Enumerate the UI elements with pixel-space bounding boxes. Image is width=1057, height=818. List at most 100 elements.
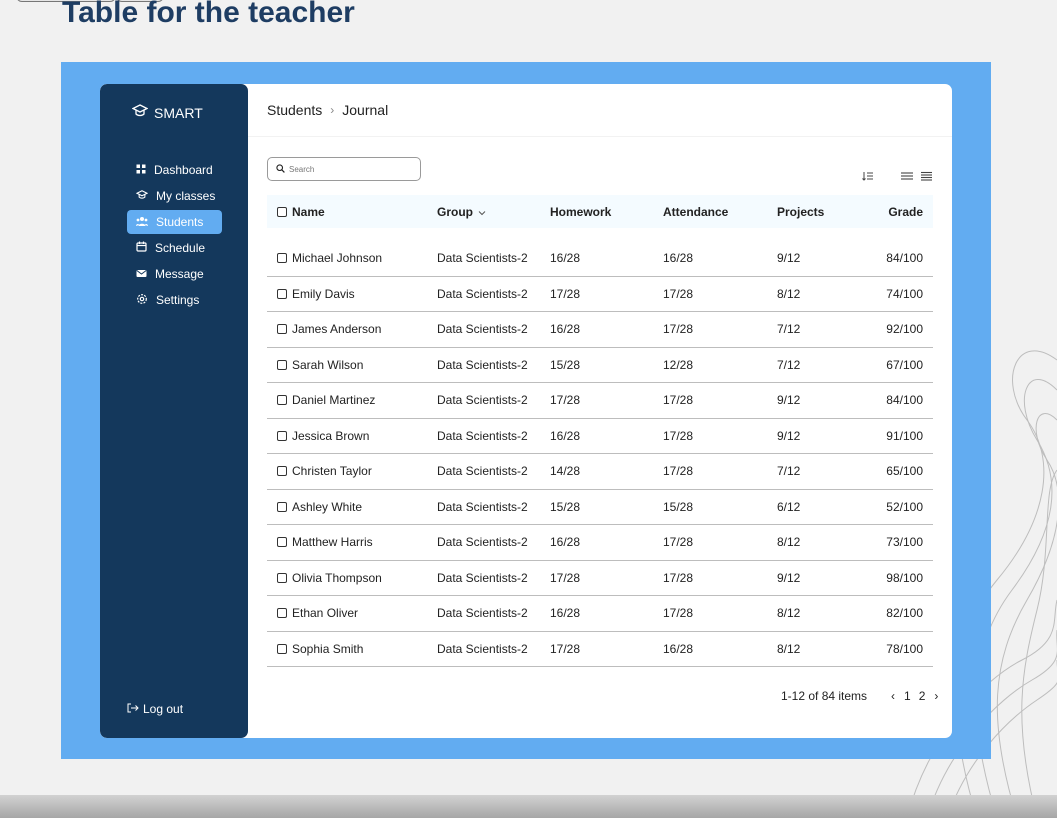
student-projects: 9/12 xyxy=(777,393,801,408)
column-header-grade[interactable]: Grade xyxy=(877,205,933,219)
brand-logo[interactable]: SMART xyxy=(131,104,203,121)
row-checkbox[interactable] xyxy=(277,537,287,548)
table-row[interactable]: James Anderson Data Scientists-2 16/28 17/2… xyxy=(267,312,933,348)
table-row[interactable]: Olivia Thompson Data Scientists-2 17/28 17/… xyxy=(267,561,933,596)
sidebar-item-settings[interactable]: Settings xyxy=(127,288,222,312)
sidebar-nav: Dashboard My classes Students Schedule M… xyxy=(127,158,222,314)
student-name: Matthew Harris xyxy=(292,535,373,550)
table-row[interactable]: Sarah Wilson Data Scientists-2 15/28 12/28 7… xyxy=(267,348,933,383)
student-projects: 7/12 xyxy=(777,464,801,479)
gear-icon xyxy=(136,293,148,308)
table-row[interactable]: Daniel Martinez Data Scientists-2 17/28 17/… xyxy=(267,383,933,419)
dashboard-icon xyxy=(136,163,146,177)
page-1-link[interactable]: 1 xyxy=(903,689,912,703)
student-projects: 6/12 xyxy=(777,499,801,514)
sidebar-item-schedule[interactable]: Schedule xyxy=(127,236,222,260)
table-row[interactable]: Emily Davis Data Scientists-2 17/28 17/28 8/… xyxy=(267,277,933,312)
row-checkbox[interactable] xyxy=(277,430,287,441)
column-header-projects[interactable]: Projects xyxy=(777,205,877,219)
row-checkbox[interactable] xyxy=(277,643,287,654)
table-row[interactable]: Sophia Smith Data Scientists-2 17/28 16/28 8… xyxy=(267,632,933,667)
table-row[interactable]: Jessica Brown Data Scientists-2 16/28 17/28… xyxy=(267,419,933,454)
student-attendance: 16/28 xyxy=(663,251,694,266)
sidebar-item-students[interactable]: Students xyxy=(127,210,222,234)
student-projects: 7/12 xyxy=(777,322,801,337)
student-homework: 16/28 xyxy=(550,428,581,443)
column-header-group[interactable]: Group xyxy=(437,205,473,219)
student-projects: 8/12 xyxy=(777,286,801,301)
student-homework: 17/28 xyxy=(550,393,581,408)
student-grade: 73/100 xyxy=(886,535,923,550)
chevron-left-icon[interactable]: ‹ xyxy=(889,689,897,703)
student-group: Data Scientists-2 xyxy=(437,499,528,514)
graduation-cap-icon xyxy=(131,104,149,121)
student-projects: 9/12 xyxy=(777,251,801,266)
search-icon xyxy=(276,160,285,178)
sort-icon[interactable] xyxy=(862,168,874,186)
compact-view-icon[interactable] xyxy=(920,168,933,186)
student-group: Data Scientists-2 xyxy=(437,606,528,621)
table-body: Michael Johnson Data Scientists-2 16/28 16/… xyxy=(267,241,933,667)
chevron-right-icon[interactable]: › xyxy=(932,689,940,703)
table-row[interactable]: Michael Johnson Data Scientists-2 16/28 16/… xyxy=(267,241,933,277)
sidebar-item-my-classes[interactable]: My classes xyxy=(127,184,222,208)
chevron-down-icon[interactable] xyxy=(478,205,486,219)
bottom-shadow-bar xyxy=(0,795,1057,818)
row-checkbox[interactable] xyxy=(277,608,287,619)
student-attendance: 17/28 xyxy=(663,393,694,408)
student-group: Data Scientists-2 xyxy=(437,357,528,372)
brand-name: SMART xyxy=(154,104,203,121)
sidebar-item-label: My classes xyxy=(156,189,216,203)
student-group: Data Scientists-2 xyxy=(437,570,528,585)
logout-icon xyxy=(127,702,139,716)
column-header-name[interactable]: Name xyxy=(292,205,325,219)
student-attendance: 17/28 xyxy=(663,606,694,621)
sidebar-item-label: Students xyxy=(156,215,204,229)
row-checkbox[interactable] xyxy=(277,501,287,512)
student-grade: 92/100 xyxy=(886,322,923,337)
logout-button[interactable]: Log out xyxy=(127,702,183,716)
row-checkbox[interactable] xyxy=(277,324,287,335)
student-homework: 17/28 xyxy=(550,286,581,301)
sidebar-item-dashboard[interactable]: Dashboard xyxy=(127,158,222,182)
search-field[interactable] xyxy=(267,157,421,181)
student-group: Data Scientists-2 xyxy=(437,393,528,408)
student-attendance: 17/28 xyxy=(663,464,694,479)
breadcrumb: Students › Journal xyxy=(267,102,388,118)
column-header-attendance[interactable]: Attendance xyxy=(663,205,777,219)
graduation-cap-icon xyxy=(135,189,149,203)
search-input[interactable] xyxy=(289,164,409,174)
student-homework: 17/28 xyxy=(550,570,581,585)
student-group: Data Scientists-2 xyxy=(437,286,528,301)
list-view-icon[interactable] xyxy=(900,168,914,186)
sidebar-item-message[interactable]: Message xyxy=(127,262,222,286)
breadcrumb-parent[interactable]: Students xyxy=(267,102,322,118)
page-2-link[interactable]: 2 xyxy=(918,689,927,703)
row-checkbox[interactable] xyxy=(277,572,287,583)
student-homework: 16/28 xyxy=(550,251,581,266)
table-row[interactable]: Ashley White Data Scientists-2 15/28 15/28 6… xyxy=(267,490,933,525)
student-attendance: 17/28 xyxy=(663,428,694,443)
select-all-checkbox[interactable] xyxy=(277,206,287,217)
topbar: Students › Journal xyxy=(248,84,952,137)
student-name: Christen Taylor xyxy=(292,464,372,479)
student-homework: 16/28 xyxy=(550,535,581,550)
row-checkbox[interactable] xyxy=(277,359,287,370)
student-group: Data Scientists-2 xyxy=(437,535,528,550)
student-grade: 65/100 xyxy=(886,464,923,479)
table-row[interactable]: Matthew Harris Data Scientists-2 16/28 17/2… xyxy=(267,525,933,561)
row-checkbox[interactable] xyxy=(277,395,287,406)
row-checkbox[interactable] xyxy=(277,288,287,299)
table-row[interactable]: Christen Taylor Data Scientists-2 14/28 17/… xyxy=(267,454,933,490)
student-attendance: 17/28 xyxy=(663,286,694,301)
students-table: Name Group Homework Attendance Projects … xyxy=(267,195,933,667)
student-attendance: 15/28 xyxy=(663,499,694,514)
student-projects: 8/12 xyxy=(777,606,801,621)
row-checkbox[interactable] xyxy=(277,253,287,264)
student-name: Emily Davis xyxy=(292,286,355,301)
column-header-homework[interactable]: Homework xyxy=(550,205,663,219)
page-heading: Table for the teacher xyxy=(62,0,355,29)
table-row[interactable]: Ethan Oliver Data Scientists-2 16/28 17/28 8… xyxy=(267,596,933,632)
row-checkbox[interactable] xyxy=(277,466,287,477)
sidebar-item-label: Settings xyxy=(156,293,200,307)
